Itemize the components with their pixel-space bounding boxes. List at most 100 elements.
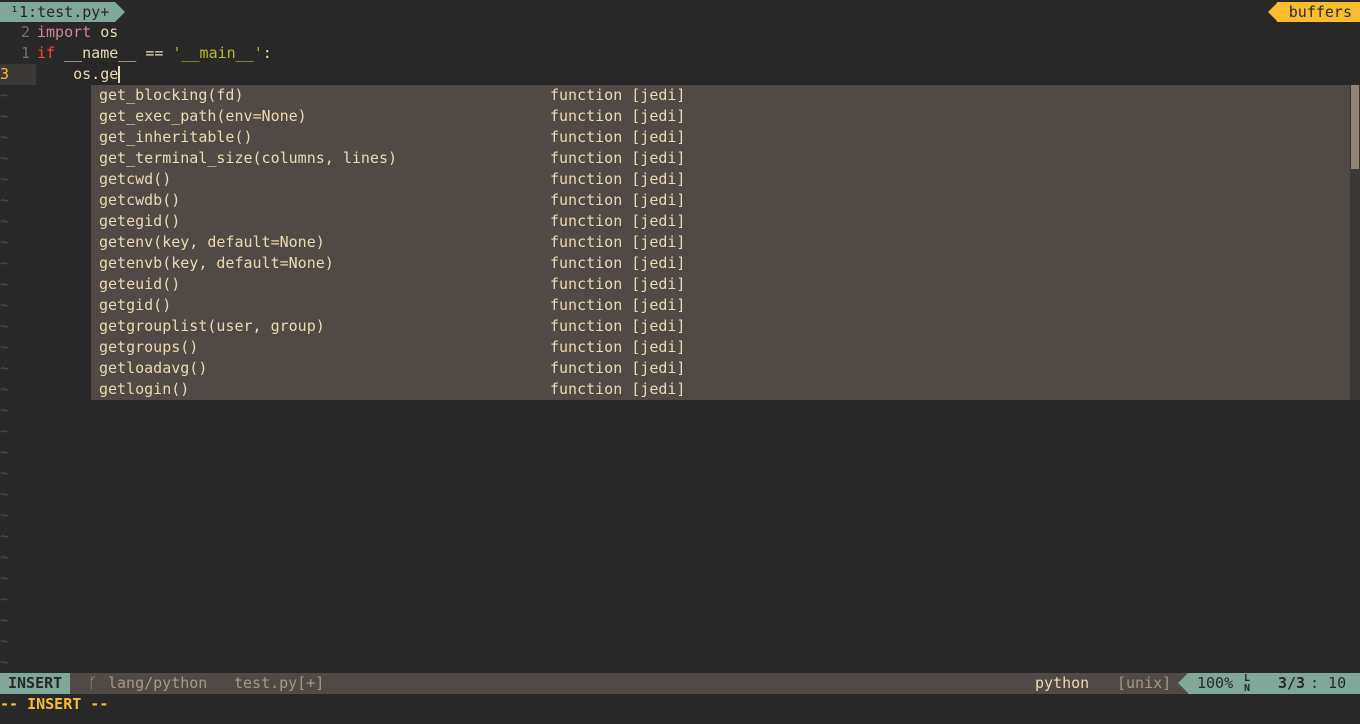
mode-indicator: INSERT [0,673,71,694]
empty-line-tilde: ~ [0,548,10,566]
completion-kind: function [jedi] [550,233,686,251]
git-branch-icon: ᚴ [88,674,98,692]
empty-line-tilde: ~ [0,191,10,209]
completion-item[interactable]: geteuid() function [jedi] [91,274,1350,295]
completion-word: get_blocking(fd) [99,86,244,104]
completion-item[interactable]: get_inheritable() function [jedi] [91,127,1350,148]
completion-word: getgid() [99,296,172,314]
completion-kind: function [jedi] [550,317,686,335]
empty-line-tilde: ~ [0,401,10,419]
line-number: 1 [20,44,30,62]
empty-line-tilde: ~ [0,317,10,335]
code-text: os.ge [37,64,121,85]
completion-kind: function [jedi] [550,191,686,209]
completion-word: get_exec_path(env=None) [99,107,307,125]
line-number: 2 [20,23,30,41]
completion-kind: function [jedi] [550,380,686,398]
empty-line-tilde: ~ [0,275,10,293]
completion-word: getgroups() [99,338,199,356]
completion-item[interactable]: getgid() function [jedi] [91,295,1350,316]
empty-line-tilde: ~ [0,422,10,440]
empty-line-tilde: ~ [0,296,10,314]
completion-word: getegid() [99,212,181,230]
completion-kind: function [jedi] [550,359,686,377]
completion-item[interactable]: get_terminal_size(columns, lines) functio… [91,148,1350,169]
completion-scrollbar-thumb[interactable] [1351,85,1359,169]
completion-kind: function [jedi] [550,170,686,188]
text-cursor [118,66,121,83]
empty-line-tilde: ~ [0,359,10,377]
completion-kind: function [jedi] [550,296,686,314]
empty-line-tilde: ~ [0,632,10,650]
completion-item[interactable]: getgrouplist(user, group) function [jedi] [91,316,1350,337]
empty-line-tilde: ~ [0,380,10,398]
tab-test-py[interactable]: ¹1:test.py+ [0,2,116,22]
statusline: INSERT ᚴ lang/python test.py[+] python [… [0,673,1360,694]
filetype: python [1035,674,1090,692]
code-token: : [262,44,272,62]
empty-line-tilde: ~ [0,212,10,230]
line-position: 3/3 [1278,674,1306,692]
empty-line-tilde: ~ [0,527,10,545]
completion-item[interactable]: get_exec_path(env=None) function [jedi] [91,106,1350,127]
scroll-percent: 100% [1197,674,1234,692]
completion-word: getloadavg() [99,359,208,377]
code-token: __name__ == [55,44,173,62]
completion-word: geteuid() [99,275,181,293]
empty-line-tilde: ~ [0,170,10,188]
completion-kind: function [jedi] [550,128,686,146]
code-line[interactable]: 2 import os [0,22,1360,43]
completion-kind: function [jedi] [550,254,686,272]
empty-line-tilde: ~ [0,485,10,503]
completion-word: get_inheritable() [99,128,253,146]
code-line[interactable]: 1 if __name__ == '__main__': [0,43,1360,64]
completion-item[interactable]: getenv(key, default=None) function [jedi] [91,232,1350,253]
command-line[interactable]: -- INSERT -- [0,694,1360,715]
empty-line-tilde: ~ [0,443,10,461]
empty-line-tilde: ~ [0,464,10,482]
completion-menu[interactable]: get_blocking(fd) function [jedi] get_exec_… [91,85,1350,400]
completion-item[interactable]: getenvb(key, default=None) function [jedi… [91,253,1350,274]
tabline: ¹1:test.py+ buffers [0,0,1360,22]
completion-item[interactable]: getlogin() function [jedi] [91,379,1350,400]
empty-line-tilde: ~ [0,506,10,524]
completion-item[interactable]: getloadavg() function [jedi] [91,358,1350,379]
empty-line-tilde: ~ [0,107,10,125]
statusline-separator-icon [1178,673,1188,693]
buffers-label[interactable]: buffers [1276,2,1360,22]
code-token: '__main__' [172,44,263,62]
code-token: if [37,44,56,62]
empty-line-tilde: ~ [0,611,10,629]
empty-line-tilde: ~ [0,590,10,608]
completion-word: get_terminal_size(columns, lines) [99,149,398,167]
completion-kind: function [jedi] [550,86,686,104]
file-name: test.py[+] [234,674,325,692]
completion-item[interactable]: getgroups() function [jedi] [91,337,1350,358]
empty-line-tilde: ~ [0,254,10,272]
completion-item[interactable]: get_blocking(fd) function [jedi] [91,85,1350,106]
empty-line-tilde: ~ [0,653,10,671]
code-token: os.ge [37,65,119,83]
empty-line-tilde: ~ [0,128,10,146]
completion-item[interactable]: getegid() function [jedi] [91,211,1350,232]
completion-word: getcwd() [99,170,172,188]
code-token: import [37,23,92,41]
completion-kind: function [jedi] [550,212,686,230]
fileformat: [unix] [1117,674,1172,692]
completion-word: getenv(key, default=None) [99,233,325,251]
code-line[interactable]: 3 os.ge [0,64,1360,85]
empty-line-tilde: ~ [0,569,10,587]
empty-line-tilde: ~ [0,338,10,356]
code-token: os [91,23,119,41]
empty-line-tilde: ~ [0,149,10,167]
vim-window: ¹1:test.py+ buffers 2 import os 1 if __name… [0,0,1360,724]
cursor-position-section: 100% LN 3/3 : 10 [1188,673,1360,694]
file-directory: lang/python [108,674,208,692]
completion-kind: function [jedi] [550,338,686,356]
tab-separator-icon [115,2,125,22]
completion-item[interactable]: getcwd() function [jedi] [91,169,1350,190]
completion-word: getlogin() [99,380,190,398]
ln-icon-bottom: N [1243,683,1251,694]
completion-kind: function [jedi] [550,107,686,125]
completion-item[interactable]: getcwdb() function [jedi] [91,190,1350,211]
